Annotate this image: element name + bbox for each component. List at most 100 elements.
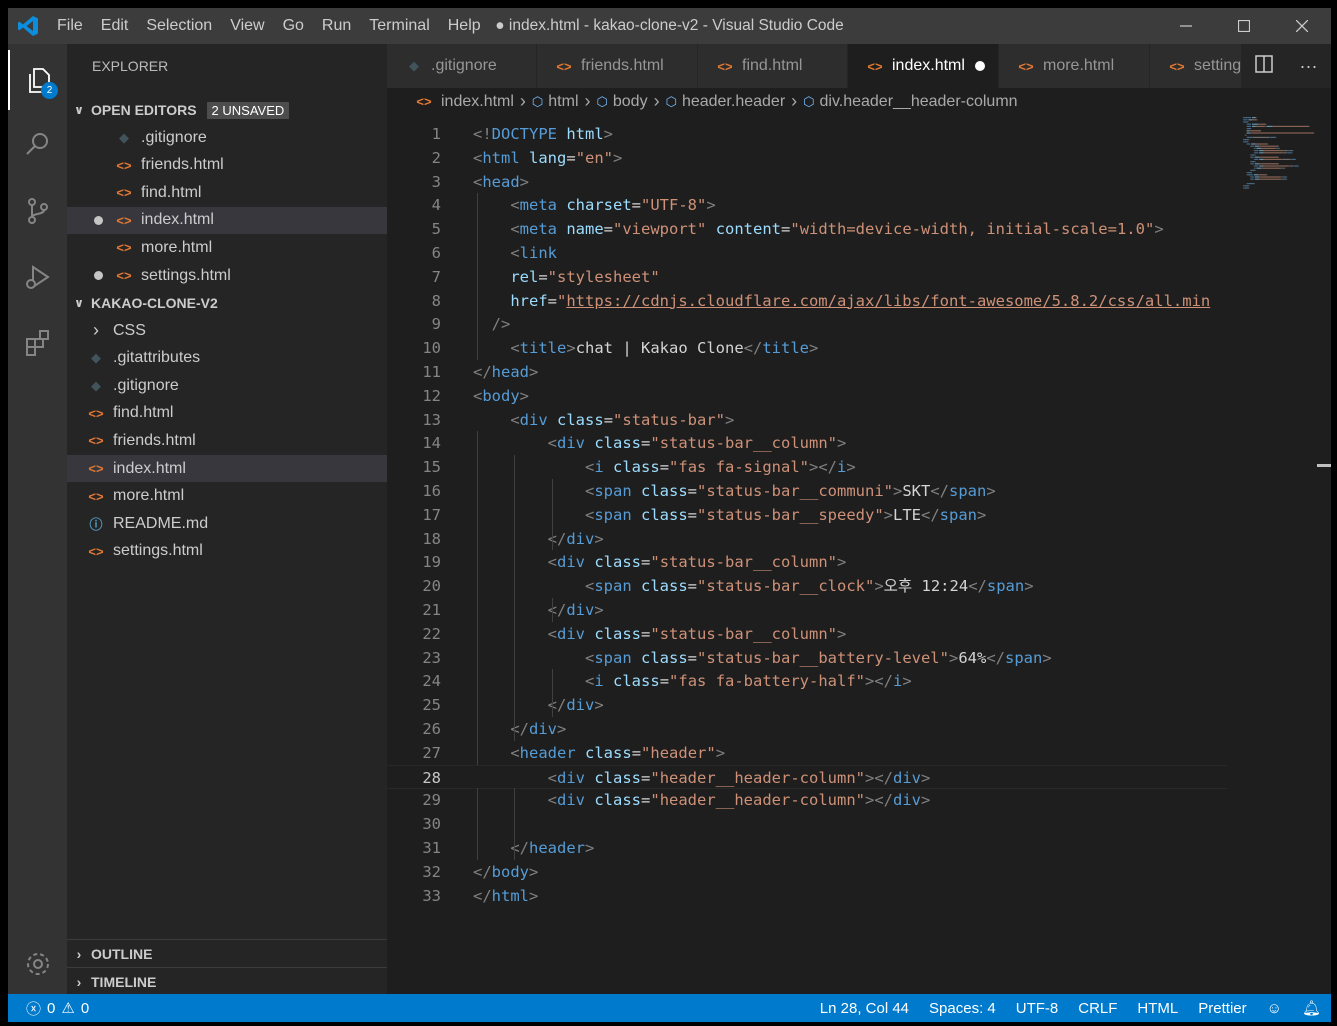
tab-more-html[interactable]: <> more.html xyxy=(999,44,1150,88)
open-editor-item[interactable]: <> more.html xyxy=(67,234,387,261)
code-line[interactable]: 28 <div class="header__header-column"></… xyxy=(387,764,1227,789)
code-line[interactable]: 18 </div> xyxy=(387,527,1227,551)
breadcrumb-item[interactable]: index.html xyxy=(441,93,514,111)
close-button[interactable] xyxy=(1273,8,1331,44)
indent-guide xyxy=(477,193,478,360)
file-item[interactable]: ◆ .gitignore xyxy=(67,372,387,399)
open-editors-header[interactable]: ∨ OPEN EDITORS 2 UNSAVED xyxy=(67,97,387,123)
settings-gear-icon[interactable] xyxy=(8,934,67,994)
code-line[interactable]: 2 <html lang="en"> xyxy=(387,146,1227,170)
code-line[interactable]: 4 <meta charset="UTF-8"> xyxy=(387,193,1227,217)
minimap[interactable] xyxy=(1231,115,1331,994)
code-line[interactable]: 15 <i class="fas fa-signal"></i> xyxy=(387,455,1227,479)
file-item[interactable]: <> find.html xyxy=(67,400,387,427)
cursor-position[interactable]: Ln 28, Col 44 xyxy=(810,1000,919,1017)
code-line[interactable]: 14 <div class="status-bar__column"> xyxy=(387,431,1227,455)
code-line[interactable]: 20 <span class="status-bar__clock">오후 12… xyxy=(387,574,1227,598)
open-editor-item[interactable]: <> index.html xyxy=(67,206,387,234)
menu-run[interactable]: Run xyxy=(313,8,360,44)
tab-index-html[interactable]: <> index.html xyxy=(848,44,999,88)
maximize-button[interactable] xyxy=(1215,8,1273,44)
open-editor-item[interactable]: <> find.html xyxy=(67,179,387,206)
scrollbar-cursor-marker[interactable] xyxy=(1317,464,1331,467)
run-debug-icon[interactable] xyxy=(8,247,67,307)
code-line[interactable]: 9 /> xyxy=(387,312,1227,336)
search-icon[interactable] xyxy=(8,114,67,174)
menu-file[interactable]: File xyxy=(48,8,92,44)
html-icon: <> xyxy=(556,58,572,74)
code-line[interactable]: 8 href="https://cdnjs.cloudflare.com/aja… xyxy=(387,289,1227,313)
formatter[interactable]: Prettier xyxy=(1188,1000,1256,1017)
code-line[interactable]: 12 <body> xyxy=(387,384,1227,408)
code-line[interactable]: 1 <!DOCTYPE html> xyxy=(387,122,1227,146)
outline-section[interactable]: › OUTLINE xyxy=(67,939,387,967)
code-line[interactable]: 13 <div class="status-bar"> xyxy=(387,408,1227,432)
split-editor-icon[interactable] xyxy=(1254,54,1273,78)
editor-actions: ··· xyxy=(1241,44,1331,88)
menu-terminal[interactable]: Terminal xyxy=(360,8,438,44)
menu-help[interactable]: Help xyxy=(439,8,490,44)
code-line[interactable]: 27 <header class="header"> xyxy=(387,741,1227,765)
breadcrumb-item[interactable]: html xyxy=(548,93,578,111)
notifications-bell-icon[interactable]: 🔔︎ xyxy=(1292,999,1331,1017)
file-item[interactable]: ◆ .gitattributes xyxy=(67,345,387,372)
tab-find-html[interactable]: <> find.html xyxy=(698,44,848,88)
extensions-icon[interactable] xyxy=(8,312,67,372)
menu-go[interactable]: Go xyxy=(274,8,313,44)
open-editor-item[interactable]: ◆ .gitignore xyxy=(67,124,387,151)
tab-setting[interactable]: <> setting xyxy=(1150,44,1243,88)
code-line[interactable]: 11 </head> xyxy=(387,360,1227,384)
code-line[interactable]: 19 <div class="status-bar__column"> xyxy=(387,550,1227,574)
code-editor[interactable]: 1 <!DOCTYPE html> 2 <html lang="en"> 3 <head>… xyxy=(387,115,1331,994)
code-line[interactable]: 5 <meta name="viewport" content="width=d… xyxy=(387,217,1227,241)
code-line[interactable]: 29 <div class="header__header-column"></… xyxy=(387,788,1227,812)
feedback-icon[interactable]: ☺ xyxy=(1257,1000,1292,1017)
code-line[interactable]: 25 </div> xyxy=(387,693,1227,717)
unsaved-dot-icon[interactable] xyxy=(974,61,985,71)
code-line[interactable]: 3 <head> xyxy=(387,170,1227,194)
project-header[interactable]: ∨ KAKAO-CLONE-V2 xyxy=(67,290,387,316)
timeline-label: TIMELINE xyxy=(91,973,157,990)
code-line[interactable]: 22 <div class="status-bar__column"> xyxy=(387,622,1227,646)
code-line[interactable]: 16 <span class="status-bar__communi">SKT… xyxy=(387,479,1227,503)
code-line[interactable]: 6 <link xyxy=(387,241,1227,265)
timeline-section[interactable]: › TIMELINE xyxy=(67,967,387,995)
encoding[interactable]: UTF-8 xyxy=(1006,1000,1069,1017)
code-line[interactable]: 24 <i class="fas fa-battery-half"></i> xyxy=(387,669,1227,693)
breadcrumb-item[interactable]: body xyxy=(613,93,648,111)
open-editor-item[interactable]: <> settings.html xyxy=(67,262,387,289)
source-control-icon[interactable] xyxy=(8,181,67,241)
breadcrumb-item[interactable]: div.header__header-column xyxy=(820,93,1018,111)
code-line[interactable]: 26 </div> xyxy=(387,717,1227,741)
code-line[interactable]: 23 <span class="status-bar__battery-leve… xyxy=(387,646,1227,670)
indentation[interactable]: Spaces: 4 xyxy=(919,1000,1006,1017)
end-of-line[interactable]: CRLF xyxy=(1068,1000,1127,1017)
tab-friends-html[interactable]: <> friends.html xyxy=(537,44,698,88)
file-item[interactable]: <> index.html xyxy=(67,455,387,482)
explorer-icon[interactable]: 2 xyxy=(8,50,67,110)
code-line[interactable]: 33 </html> xyxy=(387,884,1227,908)
code-line[interactable]: 30 xyxy=(387,812,1227,836)
tab--gitignore[interactable]: ◆ .gitignore xyxy=(387,44,537,88)
file-item[interactable]: <> settings.html xyxy=(67,538,387,565)
code-line[interactable]: 10 <title>chat | Kakao Clone</title> xyxy=(387,336,1227,360)
menu-view[interactable]: View xyxy=(221,8,273,44)
menu-edit[interactable]: Edit xyxy=(92,8,138,44)
file-item[interactable]: <> more.html xyxy=(67,483,387,510)
file-item[interactable]: ⓘ README.md xyxy=(67,510,387,537)
code-line[interactable]: 32 </body> xyxy=(387,860,1227,884)
language-mode[interactable]: HTML xyxy=(1127,1000,1188,1017)
code-text: </body> xyxy=(473,862,539,881)
breadcrumb-item[interactable]: header.header xyxy=(682,93,785,111)
file-item[interactable]: <> friends.html xyxy=(67,427,387,454)
minimize-button[interactable] xyxy=(1157,8,1215,44)
code-line[interactable]: 7 rel="stylesheet" xyxy=(387,265,1227,289)
more-actions-icon[interactable]: ··· xyxy=(1300,56,1318,77)
folder-item[interactable]: › CSS xyxy=(67,317,387,344)
menu-selection[interactable]: Selection xyxy=(137,8,221,44)
open-editor-item[interactable]: <> friends.html xyxy=(67,152,387,179)
problems-indicator[interactable]: ⓧ 0 ⚠ 0 xyxy=(8,998,89,1019)
code-line[interactable]: 21 </div> xyxy=(387,598,1227,622)
code-line[interactable]: 31 </header> xyxy=(387,836,1227,860)
code-line[interactable]: 17 <span class="status-bar__speedy">LTE<… xyxy=(387,503,1227,527)
